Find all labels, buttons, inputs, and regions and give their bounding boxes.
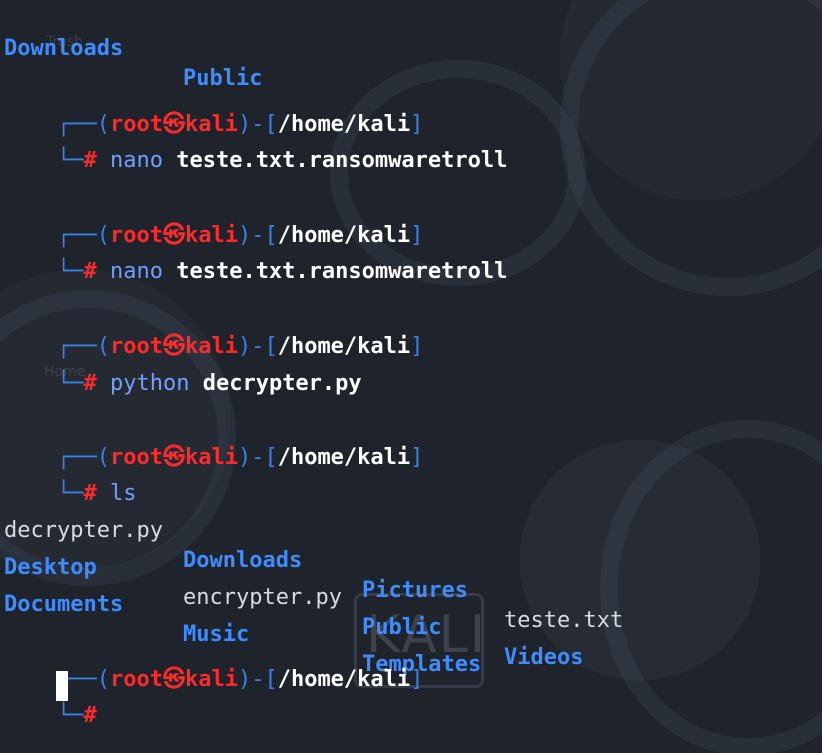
prompt-host: kali xyxy=(184,667,238,692)
dir-entry: Videos xyxy=(504,645,584,670)
wallpaper-ring xyxy=(600,420,822,753)
dir-entry: Downloads xyxy=(183,548,303,573)
command-program: python xyxy=(109,371,190,396)
kali-dragon-symbol-icon: ㉿ xyxy=(162,667,185,692)
wallpaper-ring xyxy=(560,0,822,296)
dir-entry: Downloads xyxy=(4,36,124,61)
command-argument: teste.txt.ransomwaretroll xyxy=(176,148,508,173)
terminal-window[interactable]: Trash Home KALI Downloads Public ┌──(roo… xyxy=(0,0,822,753)
text-cursor[interactable] xyxy=(56,671,68,701)
prompt-header: ┌──(root㉿kali)-[/home/kali] xyxy=(56,667,424,692)
command-program: nano xyxy=(109,148,163,173)
file-entry: teste.txt xyxy=(504,608,624,633)
ls-output-row: Desktop encrypter.py Public Videos xyxy=(4,523,583,670)
prompt-path: /home/kali xyxy=(277,667,411,692)
prompt-command-line: └─# ls xyxy=(56,481,137,506)
prompt-header: ┌──(root㉿kali)-[/home/kali] xyxy=(56,445,424,470)
prompt-symbol: # xyxy=(83,703,97,728)
ls-row-top: Downloads Public xyxy=(4,4,262,91)
command-argument: teste.txt.ransomwaretroll xyxy=(176,259,508,284)
prompt-symbol: # xyxy=(83,148,97,173)
dir-entry: Documents xyxy=(4,592,124,617)
prompt-header: ┌──(root㉿kali)-[/home/kali] xyxy=(56,223,424,248)
command-program: ls xyxy=(109,481,137,506)
prompt-header: ┌──(root㉿kali)-[/home/kali] xyxy=(56,112,424,137)
prompt-path: /home/kali xyxy=(277,445,411,470)
prompt-symbol: # xyxy=(83,371,97,396)
prompt-command-line: └─# python decrypter.py xyxy=(56,371,362,396)
prompt-command-line[interactable]: └─# xyxy=(4,671,97,728)
prompt-symbol: # xyxy=(83,259,97,284)
kali-dragon-symbol-icon: ㉿ xyxy=(162,445,185,470)
ls-output-row: Documents Music Templates xyxy=(4,560,481,677)
dir-entry: Pictures xyxy=(362,578,468,603)
file-entry: encrypter.py xyxy=(183,585,342,610)
prompt-host: kali xyxy=(184,445,238,470)
command-program: nano xyxy=(109,259,163,284)
prompt-user: root xyxy=(109,667,163,692)
ls-output-row: decrypter.py Downloads Pictures teste.tx… xyxy=(4,486,623,633)
prompt-command-line: └─# nano teste.txt.ransomwaretroll xyxy=(56,148,508,173)
command-argument: decrypter.py xyxy=(202,371,362,396)
prompt-command-line: └─# nano teste.txt.ransomwaretroll xyxy=(56,259,508,284)
prompt-symbol: # xyxy=(83,481,97,506)
prompt-header: ┌──(root㉿kali)-[/home/kali] xyxy=(56,334,424,359)
